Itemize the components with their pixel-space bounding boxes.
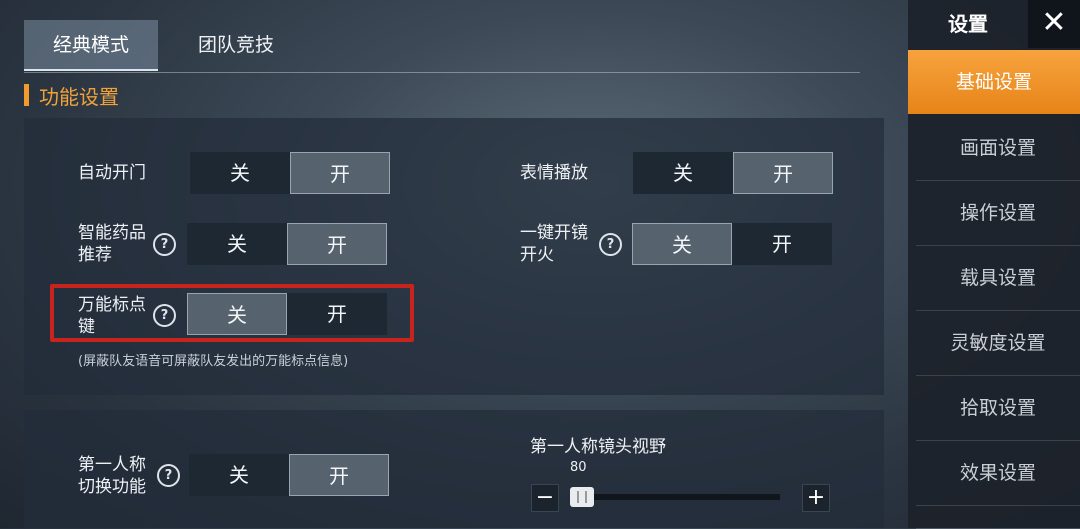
sidebar-item-graphics[interactable]: 画面设置 [916,116,1080,181]
fpp-switch-off-button[interactable]: 关 [189,454,289,496]
one-key-scope-on-button[interactable]: 开 [732,223,832,265]
sidebar-item-effects[interactable]: 效果设置 [916,441,1080,506]
settings-sidebar: 设置 ✕ 基础设置 画面设置 操作设置 载具设置 灵敏度设置 拾取设置 效果设置 [908,0,1080,529]
fpp-switch-toggle: 关 开 [189,454,389,496]
one-key-scope-label-line2: 开火 [520,245,554,265]
sidebar-item-sensitivity[interactable]: 灵敏度设置 [916,311,1080,376]
fov-slider-track[interactable] [570,494,780,500]
smart-medicine-label-line1: 智能药品 [78,223,146,243]
smart-medicine-label: 智能药品 推荐 [78,222,146,266]
tab-classic-mode[interactable]: 经典模式 [24,20,158,71]
fov-value: 80 [570,460,587,475]
smart-medicine-on-button[interactable]: 开 [287,223,387,265]
one-key-scope-label: 一键开镜 开火 [520,222,588,266]
camera-settings-panel [24,410,884,528]
help-icon[interactable]: ? [157,464,180,487]
fpp-switch-on-button[interactable]: 开 [289,454,389,496]
fov-increase-button[interactable]: + [802,484,830,512]
auto-door-off-button[interactable]: 关 [190,152,290,194]
fov-slider-thumb[interactable] [570,487,594,507]
section-title: 功能设置 [24,82,119,109]
sidebar-item-basic[interactable]: 基础设置 [908,50,1080,114]
close-icon[interactable]: ✕ [1028,0,1080,48]
smart-medicine-off-button[interactable]: 关 [187,223,287,265]
smart-medicine-toggle: 关 开 [187,223,387,265]
fpp-switch-label: 第一人称 切换功能 [78,454,146,498]
sidebar-item-controls[interactable]: 操作设置 [916,181,1080,246]
sidebar-item-partial[interactable] [916,506,1080,529]
sidebar-item-vehicle[interactable]: 载具设置 [916,246,1080,311]
sidebar-item-pickup[interactable]: 拾取设置 [916,376,1080,441]
help-icon[interactable]: ? [153,233,176,256]
fov-decrease-button[interactable]: − [531,484,559,512]
one-key-scope-label-line1: 一键开镜 [520,223,588,243]
tab-team-deathmatch[interactable]: 团队竞技 [174,20,298,71]
emote-off-button[interactable]: 关 [633,152,733,194]
emote-toggle: 关 开 [633,152,833,194]
mode-tabs: 经典模式 团队竞技 [24,20,860,73]
one-key-scope-off-button[interactable]: 关 [632,223,732,265]
smart-medicine-label-line2: 推荐 [78,245,112,265]
emote-label: 表情播放 [520,163,588,183]
auto-door-label: 自动开门 [78,163,146,183]
sidebar-title: 设置 [948,12,988,36]
auto-door-on-button[interactable]: 开 [290,152,390,194]
auto-door-toggle: 关 开 [190,152,390,194]
section-accent-bar [24,84,29,106]
section-title-text: 功能设置 [39,84,119,109]
emote-on-button[interactable]: 开 [733,152,833,194]
one-key-scope-toggle: 关 开 [632,223,832,265]
highlight-box [50,284,414,342]
fpp-switch-label-line1: 第一人称 [78,455,146,475]
fpp-switch-label-line2: 切换功能 [78,477,146,497]
universal-marker-note: (屏蔽队友语音可屏蔽队友发出的万能标点信息) [78,354,349,369]
help-icon[interactable]: ? [599,233,622,256]
fov-title: 第一人称镜头视野 [530,437,666,457]
